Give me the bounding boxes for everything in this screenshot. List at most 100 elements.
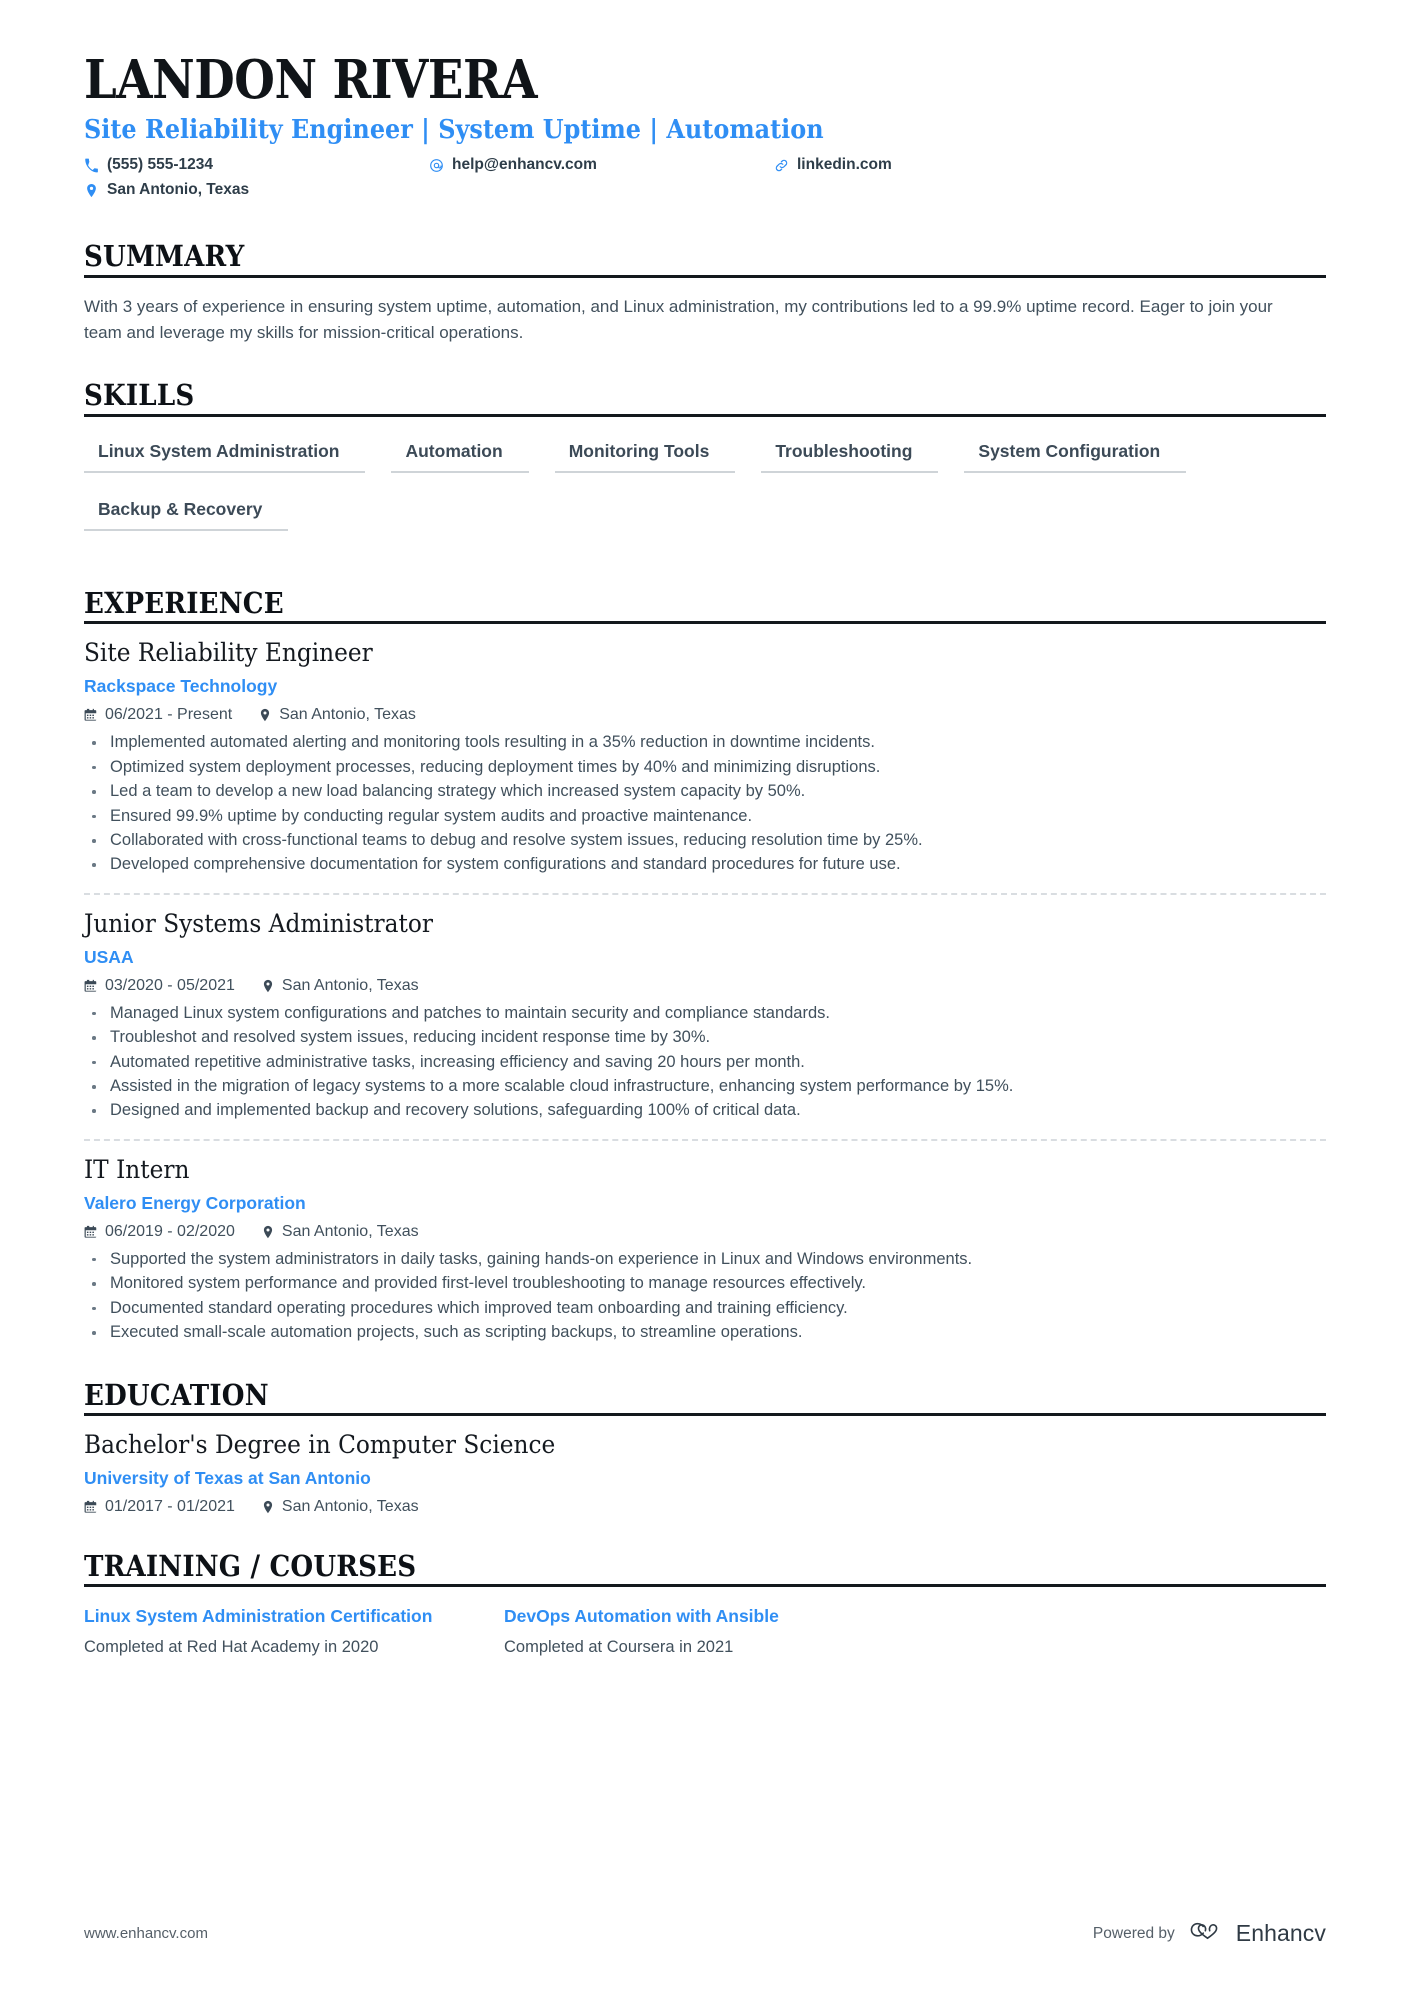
entry-dates-text: 01/2017 - 01/2021 bbox=[105, 1497, 235, 1515]
course-name[interactable]: Linux System Administration Certificatio… bbox=[84, 1605, 480, 1627]
entry-meta: 06/2021 - Present San Antonio, Texas bbox=[84, 706, 1326, 724]
entry: IT Intern Valero Energy Corporation 06/201… bbox=[84, 1138, 1326, 1345]
calendar-icon bbox=[84, 1225, 98, 1239]
link-icon bbox=[774, 158, 789, 173]
bullet-item: Ensured 99.9% uptime by conducting regul… bbox=[84, 804, 1326, 828]
course-description: Completed at Red Hat Academy in 2020 bbox=[84, 1637, 379, 1656]
entry-location: San Antonio, Texas bbox=[261, 977, 419, 995]
entry-organization[interactable]: University of Texas at San Antonio bbox=[84, 1468, 1326, 1489]
experience-entries: Site Reliability Engineer Rackspace Techn… bbox=[84, 624, 1326, 1344]
skills-list: Linux System Administration Automation Mon… bbox=[84, 437, 1326, 553]
calendar-icon bbox=[84, 979, 98, 993]
course-item: DevOps Automation with Ansible Completed … bbox=[504, 1605, 924, 1658]
entry-location-text: San Antonio, Texas bbox=[281, 1497, 419, 1515]
location-icon bbox=[261, 979, 275, 993]
candidate-headline: Site Reliability Engineer | System Uptim… bbox=[84, 115, 824, 146]
contact-linkedin[interactable]: linkedin.com bbox=[774, 156, 892, 174]
entry-location-text: San Antonio, Texas bbox=[281, 976, 419, 994]
calendar-icon bbox=[84, 708, 98, 722]
section-rule bbox=[84, 1584, 1326, 1588]
location-icon bbox=[261, 1225, 275, 1239]
skill-tag: Monitoring Tools bbox=[554, 437, 736, 473]
entry-bullets: Managed Linux system configurations and … bbox=[84, 1001, 1326, 1123]
entry-location: San Antonio, Texas bbox=[261, 1223, 419, 1241]
bullet-item: Assisted in the migration of legacy syst… bbox=[84, 1074, 1326, 1098]
bullet-item: Developed comprehensive documentation fo… bbox=[84, 852, 1326, 876]
entry-title: Junior Systems Administrator bbox=[84, 908, 433, 938]
skill-tag: Linux System Administration bbox=[84, 437, 366, 473]
entry-bullets: Supported the system administrators in d… bbox=[84, 1247, 1326, 1345]
bullet-item: Led a team to develop a new load balanci… bbox=[84, 779, 1326, 803]
entry-dates-text: 06/2019 - 02/2020 bbox=[105, 1222, 235, 1240]
course-name[interactable]: DevOps Automation with Ansible bbox=[504, 1605, 900, 1627]
entry-location-text: San Antonio, Texas bbox=[281, 1222, 419, 1240]
section-skills: SKILLS Linux System Administration Automa… bbox=[84, 379, 1326, 552]
bullet-item: Managed Linux system configurations and … bbox=[84, 1001, 1326, 1025]
contact-location: San Antonio, Texas bbox=[84, 181, 429, 199]
contact-linkedin-text: linkedin.com bbox=[797, 156, 892, 174]
section-heading-education: EDUCATION bbox=[84, 1377, 269, 1412]
bullet-item: Implemented automated alerting and monit… bbox=[84, 730, 1326, 754]
skill-tag: Troubleshooting bbox=[761, 437, 939, 473]
bullet-item: Optimized system deployment processes, r… bbox=[84, 755, 1326, 779]
location-icon bbox=[261, 1500, 275, 1514]
contact-location-text: San Antonio, Texas bbox=[107, 181, 250, 199]
contact-email-text: help@enhancv.com bbox=[452, 156, 597, 174]
entry-organization[interactable]: Valero Energy Corporation bbox=[84, 1193, 1326, 1214]
bullet-item: Documented standard operating procedures… bbox=[84, 1296, 1326, 1320]
contact-phone-text: (555) 555-1234 bbox=[107, 156, 213, 174]
skill-tag: System Configuration bbox=[964, 437, 1187, 473]
enhancv-logo: Enhancv bbox=[1189, 1920, 1326, 1947]
entry-meta: 06/2019 - 02/2020 San Antonio, Texas bbox=[84, 1223, 1326, 1241]
entry-title: Bachelor's Degree in Computer Science bbox=[84, 1429, 556, 1459]
section-rule bbox=[84, 413, 1326, 417]
candidate-name: LANDON RIVERA bbox=[84, 49, 538, 111]
entry: Bachelor's Degree in Computer Science Uni… bbox=[84, 1416, 1326, 1516]
section-heading-skills: SKILLS bbox=[84, 378, 195, 413]
entry: Site Reliability Engineer Rackspace Techn… bbox=[84, 624, 1326, 876]
section-heading-training: TRAINING / COURSES bbox=[84, 1548, 417, 1583]
entry-dates-text: 06/2021 - Present bbox=[105, 706, 233, 724]
bullet-item: Supported the system administrators in d… bbox=[84, 1247, 1326, 1271]
entry-organization[interactable]: Rackspace Technology bbox=[84, 676, 1326, 697]
section-rule bbox=[84, 274, 1326, 278]
entry-organization[interactable]: USAA bbox=[84, 947, 1326, 968]
calendar-icon bbox=[84, 1500, 98, 1514]
section-education: EDUCATION Bachelor's Degree in Computer … bbox=[84, 1377, 1326, 1516]
entry-bullets: Implemented automated alerting and monit… bbox=[84, 730, 1326, 876]
entry-dates: 03/2020 - 05/2021 bbox=[84, 977, 235, 995]
entry-location: San Antonio, Texas bbox=[261, 1498, 419, 1516]
section-experience: EXPERIENCE Site Reliability Engineer Rack… bbox=[84, 585, 1326, 1345]
enhancv-brand-name: Enhancv bbox=[1235, 1920, 1326, 1946]
section-heading-summary: SUMMARY bbox=[84, 239, 245, 274]
resume-header: LANDON RIVERA Site Reliability Engineer … bbox=[84, 52, 1326, 206]
entry-title: IT Intern bbox=[84, 1154, 190, 1184]
contact-row-2: San Antonio, Texas bbox=[84, 181, 1326, 206]
bullet-item: Automated repetitive administrative task… bbox=[84, 1050, 1326, 1074]
summary-text: With 3 years of experience in ensuring s… bbox=[84, 296, 1273, 342]
bullet-item: Troubleshot and resolved system issues, … bbox=[84, 1025, 1326, 1049]
email-icon bbox=[429, 158, 444, 173]
section-heading-experience: EXPERIENCE bbox=[84, 585, 284, 620]
entry: Junior Systems Administrator USAA 03/2020 … bbox=[84, 892, 1326, 1123]
resume-page: LANDON RIVERA Site Reliability Engineer … bbox=[0, 0, 1410, 1995]
skill-tag: Backup & Recovery bbox=[84, 495, 289, 531]
powered-by-label: Powered by bbox=[1092, 1924, 1175, 1942]
entry-location-text: San Antonio, Texas bbox=[279, 706, 416, 724]
entry-meta: 03/2020 - 05/2021 San Antonio, Texas bbox=[84, 977, 1326, 995]
education-entries: Bachelor's Degree in Computer Science Uni… bbox=[84, 1416, 1326, 1516]
enhancv-logo-icon bbox=[1189, 1920, 1227, 1947]
footer-url[interactable]: www.enhancv.com bbox=[84, 1925, 208, 1942]
bullet-item: Monitored system performance and provide… bbox=[84, 1271, 1326, 1295]
entry-location: San Antonio, Texas bbox=[258, 706, 416, 724]
entry-dates-text: 03/2020 - 05/2021 bbox=[105, 976, 235, 994]
entry-dates: 06/2021 - Present bbox=[84, 706, 232, 724]
contact-email[interactable]: help@enhancv.com bbox=[429, 156, 774, 174]
courses-list: Linux System Administration Certificatio… bbox=[84, 1605, 1326, 1658]
bullet-item: Collaborated with cross-functional teams… bbox=[84, 828, 1326, 852]
section-training: TRAINING / COURSES Linux System Administ… bbox=[84, 1550, 1326, 1659]
location-icon bbox=[258, 708, 272, 722]
skill-tag: Automation bbox=[391, 437, 529, 473]
contact-phone[interactable]: (555) 555-1234 bbox=[84, 156, 429, 174]
entry-title: Site Reliability Engineer bbox=[84, 638, 373, 668]
